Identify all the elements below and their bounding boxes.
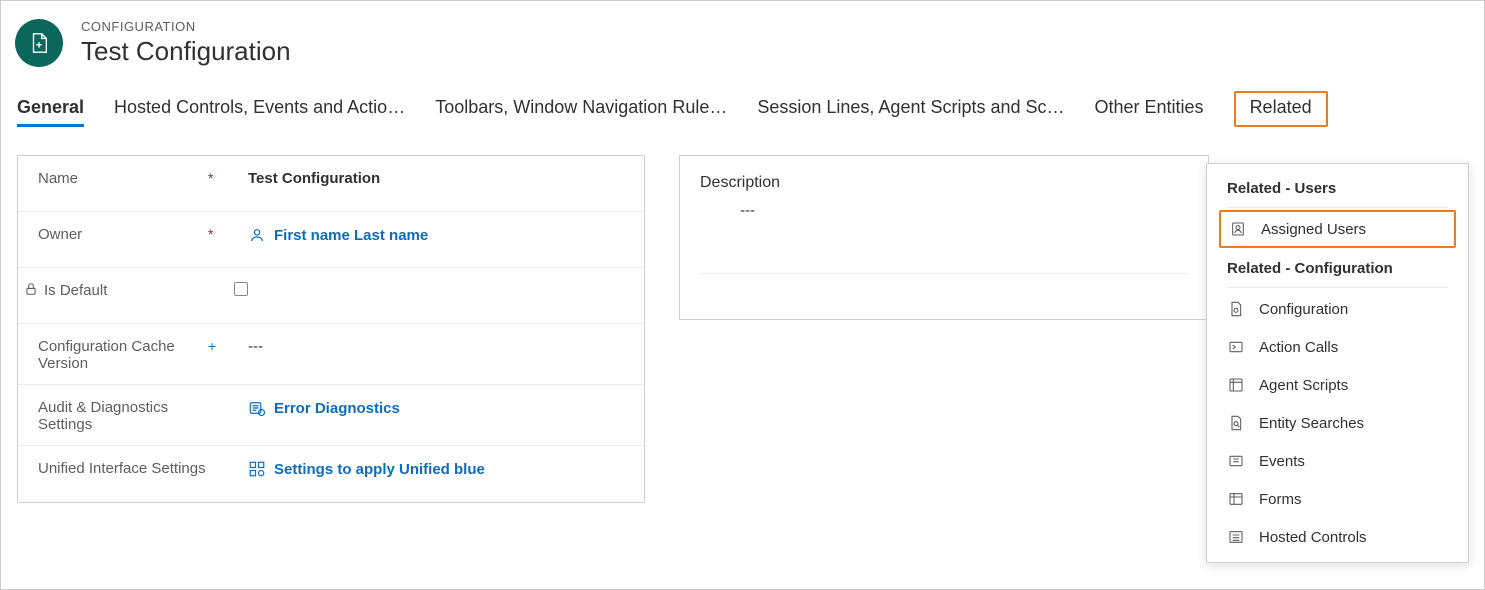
- script-icon: [1227, 376, 1245, 394]
- menu-events[interactable]: Events: [1207, 442, 1468, 480]
- unified-link[interactable]: Settings to apply Unified blue: [274, 461, 485, 478]
- field-label: Audit & Diagnostics Settings: [38, 399, 208, 433]
- related-config-header: Related - Configuration: [1207, 250, 1468, 285]
- search-file-icon: [1227, 414, 1245, 432]
- field-name: Name * Test Configuration: [18, 156, 644, 212]
- tab-other-entities[interactable]: Other Entities: [1095, 97, 1204, 127]
- required-indicator: [208, 458, 248, 460]
- fields-panel: Name * Test Configuration Owner * First …: [17, 155, 645, 503]
- required-indicator: *: [208, 224, 248, 242]
- menu-action-calls[interactable]: Action Calls: [1207, 328, 1468, 366]
- audit-link[interactable]: Error Diagnostics: [274, 400, 400, 417]
- tab-session-lines[interactable]: Session Lines, Agent Scripts and Sc…: [757, 97, 1064, 127]
- events-icon: [1227, 452, 1245, 470]
- menu-label: Agent Scripts: [1259, 377, 1348, 394]
- related-users-header: Related - Users: [1207, 170, 1468, 205]
- tab-hosted-controls[interactable]: Hosted Controls, Events and Actio…: [114, 97, 405, 127]
- page-title: Test Configuration: [81, 36, 291, 67]
- recommended-indicator: +: [208, 336, 248, 354]
- menu-configuration[interactable]: Configuration: [1207, 290, 1468, 328]
- field-owner: Owner * First name Last name: [18, 212, 644, 268]
- action-icon: [1227, 338, 1245, 356]
- lock-icon: [24, 282, 38, 299]
- divider: [1227, 207, 1448, 208]
- menu-label: Forms: [1259, 491, 1302, 508]
- menu-entity-searches[interactable]: Entity Searches: [1207, 404, 1468, 442]
- field-cache-version: Configuration Cache Version + ---: [18, 324, 644, 385]
- menu-label: Assigned Users: [1261, 221, 1366, 238]
- field-label: Name: [38, 170, 78, 187]
- field-unified: Unified Interface Settings Settings to a…: [18, 446, 644, 502]
- required-indicator: [208, 397, 248, 399]
- list-icon: [1227, 528, 1245, 546]
- description-label: Description: [680, 156, 1208, 202]
- field-audit: Audit & Diagnostics Settings Error Diagn…: [18, 385, 644, 446]
- menu-label: Hosted Controls: [1259, 529, 1367, 546]
- menu-hosted-controls[interactable]: Hosted Controls: [1207, 518, 1468, 556]
- divider: [1227, 287, 1448, 288]
- name-value[interactable]: Test Configuration: [248, 170, 380, 187]
- tab-strip: General Hosted Controls, Events and Acti…: [1, 77, 1484, 127]
- description-value[interactable]: ---: [680, 202, 1208, 239]
- field-label: Configuration Cache Version: [38, 338, 208, 372]
- field-label: Owner: [38, 226, 82, 243]
- menu-assigned-users[interactable]: Assigned Users: [1219, 210, 1456, 248]
- description-panel: Description ---: [679, 155, 1209, 320]
- menu-label: Configuration: [1259, 301, 1348, 318]
- person-icon: [248, 226, 266, 244]
- diagnostics-icon: [248, 399, 266, 417]
- menu-forms[interactable]: Forms: [1207, 480, 1468, 518]
- forms-icon: [1227, 490, 1245, 508]
- cache-version-value[interactable]: ---: [248, 338, 263, 355]
- field-is-default: Is Default: [18, 268, 644, 324]
- entity-icon: [15, 19, 63, 67]
- required-indicator: [194, 280, 234, 282]
- menu-label: Entity Searches: [1259, 415, 1364, 432]
- related-dropdown: Related - Users Assigned Users Related -…: [1206, 163, 1469, 563]
- menu-label: Events: [1259, 453, 1305, 470]
- menu-agent-scripts[interactable]: Agent Scripts: [1207, 366, 1468, 404]
- tab-general[interactable]: General: [17, 97, 84, 127]
- divider: [700, 273, 1188, 274]
- users-icon: [1229, 220, 1247, 238]
- tab-related[interactable]: Related: [1234, 91, 1328, 127]
- tab-toolbars[interactable]: Toolbars, Window Navigation Rule…: [435, 97, 727, 127]
- owner-link[interactable]: First name Last name: [274, 227, 428, 244]
- field-label: Unified Interface Settings: [38, 460, 206, 477]
- field-label: Is Default: [44, 282, 107, 299]
- file-gear-icon: [1227, 300, 1245, 318]
- page-header: CONFIGURATION Test Configuration: [1, 1, 1484, 77]
- settings-grid-icon: [248, 460, 266, 478]
- is-default-checkbox[interactable]: [234, 282, 248, 296]
- breadcrumb: CONFIGURATION: [81, 19, 291, 34]
- required-indicator: *: [208, 168, 248, 186]
- menu-label: Action Calls: [1259, 339, 1338, 356]
